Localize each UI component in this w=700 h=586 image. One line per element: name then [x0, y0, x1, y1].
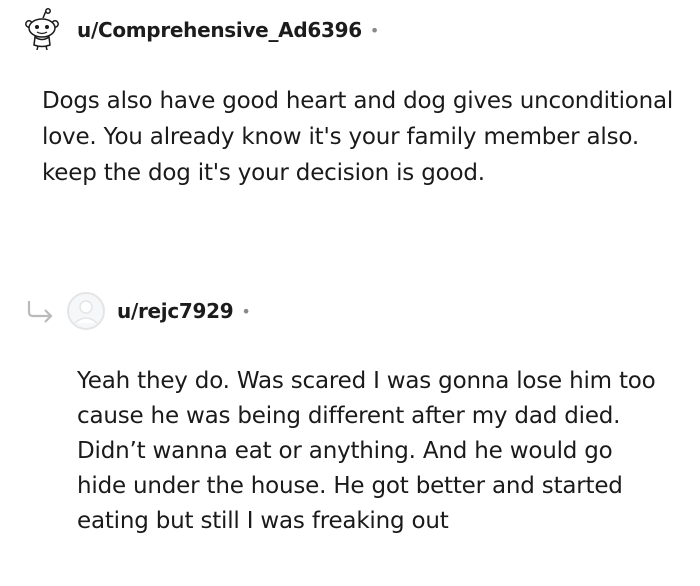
reply-header: u/rejc7929 • — [117, 297, 251, 325]
reply-body: Yeah they do. Was scared I was gonna los… — [77, 368, 656, 534]
comment-username[interactable]: u/Comprehensive_Ad6396 — [77, 18, 362, 42]
separator-dot: • — [369, 20, 380, 40]
reply-arrow-icon — [27, 301, 53, 323]
separator-dot: • — [241, 301, 251, 321]
comment-body: Dogs also have good heart and dog gives … — [42, 88, 674, 186]
default-avatar-icon[interactable] — [66, 291, 106, 331]
reply-username[interactable]: u/rejc7929 — [117, 299, 234, 323]
comment-header: u/Comprehensive_Ad6396 • — [77, 16, 379, 44]
snoo-avatar-icon[interactable] — [24, 8, 60, 50]
